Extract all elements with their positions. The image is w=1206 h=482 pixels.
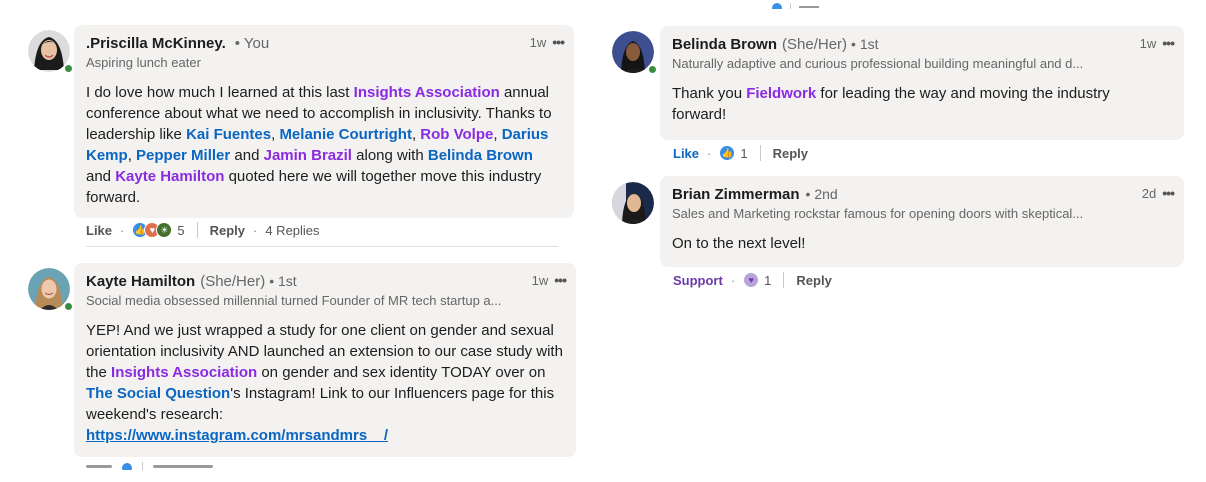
more-options-icon[interactable]: ••• — [552, 34, 565, 50]
online-status-icon — [63, 301, 74, 312]
comment-text: YEP! And we just wrapped a study for one… — [86, 322, 563, 444]
avatar[interactable] — [612, 182, 656, 226]
reaction-icons[interactable]: ♥ — [743, 272, 760, 288]
mention-link[interactable]: Kayte Hamilton — [115, 168, 224, 185]
like-button[interactable]: Like — [673, 146, 699, 161]
mention-link[interactable]: Kai Fuentes — [186, 126, 271, 143]
mention-link[interactable]: Melanie Courtright — [279, 126, 412, 143]
comment-bubble: Brian Zimmerman • 2nd Sales and Marketin… — [660, 176, 1184, 267]
author-pronouns: (She/Her) — [200, 273, 266, 290]
like-reaction-icon: 👍 — [719, 145, 736, 161]
external-link[interactable]: https://www.instagram.com/mrsandmrs__/ — [86, 427, 388, 444]
timestamp: 1w — [529, 34, 547, 50]
comment-text: On to the next level! — [672, 235, 806, 252]
thread-divider — [86, 246, 558, 247]
avatar[interactable] — [28, 30, 74, 74]
reaction-icons[interactable]: 👍 — [719, 145, 736, 161]
reply-button[interactable]: Reply — [210, 223, 245, 238]
reaction-count[interactable]: 1 — [740, 146, 747, 161]
comment-bubble: Belinda Brown (She/Her) • 1st Naturally … — [660, 26, 1184, 140]
more-options-icon[interactable]: ••• — [1162, 185, 1175, 201]
timestamp: 1w — [531, 272, 549, 288]
support-reaction-icon: ♥ — [743, 272, 760, 288]
author-pronouns: (She/Her) — [782, 36, 848, 53]
reaction-count[interactable]: 1 — [764, 273, 771, 288]
comment-text: I do love how much I learned at this las… — [86, 84, 552, 206]
more-options-icon[interactable]: ••• — [1162, 35, 1175, 51]
reply-button[interactable]: Reply — [773, 146, 808, 161]
previous-actions-cutoff — [772, 0, 862, 9]
like-button[interactable]: Like — [86, 223, 112, 238]
mention-link[interactable]: The Social Question — [86, 385, 230, 402]
timestamp: 1w — [1139, 35, 1157, 51]
reaction-icons[interactable]: 👍 ♥ ☀ — [132, 222, 173, 238]
avatar[interactable] — [612, 31, 658, 75]
comment-bubble: .Priscilla McKinney. • You Aspiring lunc… — [74, 25, 574, 218]
mention-link[interactable]: Insights Association — [111, 364, 257, 381]
author-badge: • You — [234, 35, 270, 52]
comment-actions: Like · 👍 1 Reply — [673, 145, 808, 161]
reply-button[interactable]: Reply — [796, 273, 831, 288]
more-options-icon[interactable]: ••• — [554, 272, 567, 288]
author-headline: Sales and Marketing rockstar famous for … — [672, 206, 1084, 221]
mention-link[interactable]: Fieldwork — [746, 85, 816, 102]
author-headline: Aspiring lunch eater — [86, 55, 201, 70]
comment-bubble: Kayte Hamilton (She/Her) • 1st Social me… — [74, 263, 576, 457]
comment-actions: Like · 👍 ♥ ☀ 5 Reply · 4 Replies — [86, 222, 320, 238]
online-status-icon — [63, 63, 74, 74]
mention-link[interactable]: Rob Volpe — [420, 126, 493, 143]
comment-actions-cutoff — [86, 462, 306, 470]
comment-text: Thank you Fieldwork for leading the way … — [672, 85, 1110, 123]
author-headline: Social media obsessed millennial turned … — [86, 293, 502, 308]
mention-link[interactable]: Jamin Brazil — [264, 147, 352, 164]
comment-actions: Support · ♥ 1 Reply — [673, 272, 832, 288]
author-headline: Naturally adaptive and curious professio… — [672, 56, 1084, 71]
author-name[interactable]: Kayte Hamilton — [86, 273, 195, 290]
mention-link[interactable]: Insights Association — [354, 84, 500, 101]
connection-degree: • 1st — [851, 36, 879, 52]
timestamp: 2d — [1141, 185, 1157, 201]
author-name[interactable]: Brian Zimmerman — [672, 186, 800, 203]
avatar[interactable] — [28, 268, 74, 312]
reaction-count[interactable]: 5 — [177, 223, 184, 238]
mention-link[interactable]: Pepper Miller — [136, 147, 230, 164]
author-name[interactable]: Belinda Brown — [672, 36, 777, 53]
author-name[interactable]: .Priscilla McKinney. — [86, 35, 226, 52]
mention-link[interactable]: Belinda Brown — [428, 147, 533, 164]
replies-link[interactable]: 4 Replies — [265, 223, 319, 238]
connection-degree: • 1st — [269, 273, 297, 289]
insightful-reaction-icon: ☀ — [156, 222, 173, 238]
online-status-icon — [647, 64, 658, 75]
support-button[interactable]: Support — [673, 273, 723, 288]
connection-degree: • 2nd — [805, 186, 838, 202]
